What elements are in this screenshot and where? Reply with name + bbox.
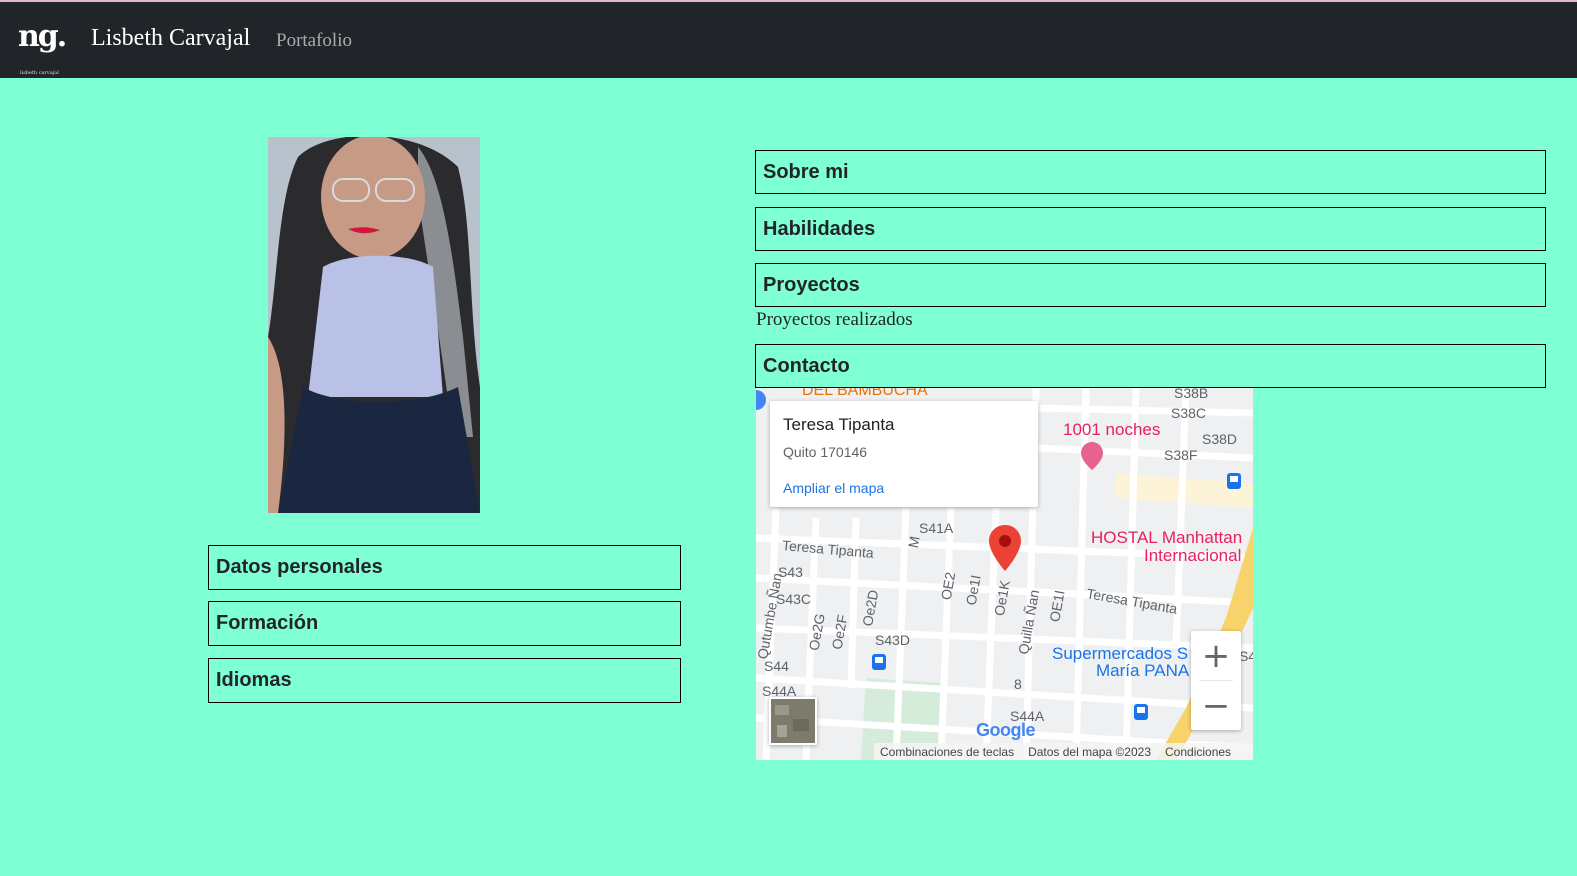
map-label-s38f: S38F [1164,447,1198,463]
logo-text: ng. [18,19,67,54]
habilidades-label: Habilidades [763,217,876,240]
map-label-s41a: S41A [919,520,954,536]
map-label-s4: S4 [1239,648,1253,664]
bus-stop-icon-2 [1134,704,1148,720]
bus-stop-icon [872,654,886,670]
proyectos-label: Proyectos [763,273,860,296]
map-label-m: M [904,534,923,550]
bus-stop-icon-3 [1227,473,1241,489]
google-logo-text: Google [976,720,1036,740]
map-label-s38c: S38C [1171,405,1207,421]
zoom-control: + − [1191,631,1241,730]
map-label-s44: S44 [764,658,789,674]
map-poi-hostal-line2: Internacional [1144,546,1242,565]
map-label-bambucha: DEL BAMBUCHA [802,388,928,399]
zoom-in-button[interactable]: + [1191,631,1241,680]
map-footer: Combinaciones de teclas Datos del mapa ©… [874,743,1253,760]
map-poi-1001-noches: 1001 noches [1063,420,1161,439]
brand-name[interactable]: Lisbeth Carvajal [91,22,250,54]
map-label-eight: 8 [1014,676,1022,692]
map-label-s43d: S43D [875,632,911,648]
map-info-card: Teresa Tipanta Quito 170146 Ampliar el m… [770,401,1038,507]
map-place-title: Teresa Tipanta [783,415,895,434]
map-label-s38d: S38D [1202,431,1238,447]
contacto-label: Contacto [763,354,850,377]
formacion-label: Formación [216,612,319,634]
hotel-pin-icon [1081,442,1103,470]
map-label-s38b: S38B [1174,388,1209,401]
idiomas-button[interactable]: Idiomas [208,658,681,703]
map-shortcuts-link[interactable]: Combinaciones de teclas [880,745,1014,759]
map-poi-hostal-line1: HOSTAL Manhattan [1091,528,1243,547]
proyectos-button[interactable]: Proyectos [755,263,1546,307]
google-logo: Google [976,720,1036,741]
datos-personales-label: Datos personales [216,556,383,578]
location-marker-icon[interactable] [989,525,1021,571]
brand-logo[interactable]: ng. lisbeth carvajal [18,19,67,77]
logo-small-text: lisbeth carvajal [20,70,59,76]
proyectos-description: Proyectos realizados [756,309,913,330]
sobre-mi-button[interactable]: Sobre mi [755,150,1546,194]
formacion-button[interactable]: Formación [208,601,681,646]
satellite-toggle-button[interactable] [769,697,817,745]
satellite-thumbnail-icon [771,699,815,743]
map-place-subtitle: Quito 170146 [783,444,868,460]
habilidades-button[interactable]: Habilidades [755,207,1546,251]
datos-personales-button[interactable]: Datos personales [208,545,681,590]
map-poi-supermercados-line2: María PANA [1096,661,1190,680]
map-data-attribution: Datos del mapa ©2023 [1028,744,1151,759]
navbar: ng. lisbeth carvajal Lisbeth Carvajal Po… [0,2,1577,78]
embedded-map[interactable]: DEL BAMBUCHA 1001 noches HOSTAL Manhatta… [756,388,1253,760]
contacto-button[interactable]: Contacto [755,344,1546,388]
sobre-mi-label: Sobre mi [763,160,849,183]
idiomas-label: Idiomas [216,669,292,691]
expand-map-link[interactable]: Ampliar el mapa [783,480,884,496]
profile-photo [268,137,480,513]
map-terms-link[interactable]: Condiciones [1165,745,1231,759]
zoom-out-button[interactable]: − [1191,681,1241,730]
nav-link-portafolio[interactable]: Portafolio [276,28,352,54]
